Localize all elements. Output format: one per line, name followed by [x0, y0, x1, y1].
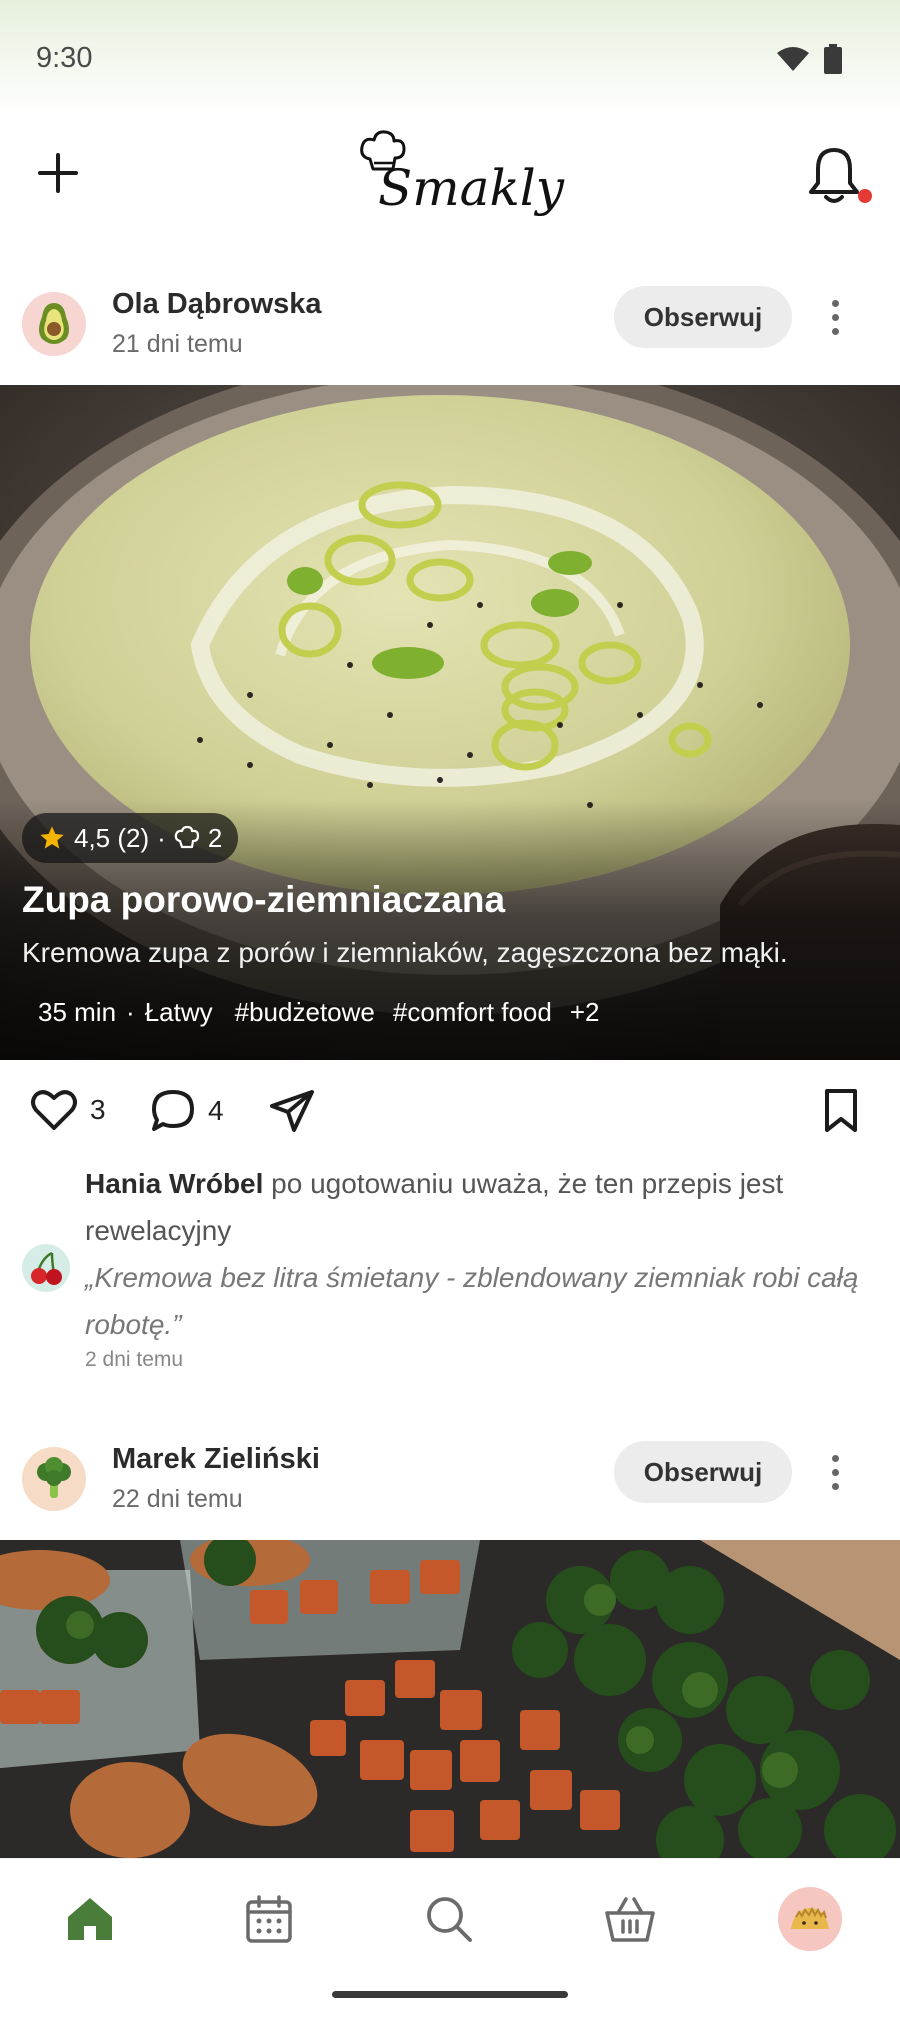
top-app-bar: Smakly	[0, 115, 900, 250]
recipe-meta: 35 min · Łatwy #budżetowe #comfort food …	[38, 997, 600, 1028]
logo-text: Smakly	[378, 159, 565, 217]
comment-button[interactable]: 4	[150, 1088, 224, 1134]
more-options-button[interactable]	[820, 292, 850, 342]
basket-icon	[605, 1897, 655, 1942]
comment-count: 4	[208, 1095, 224, 1126]
meta-separator: ·	[126, 997, 135, 1027]
profile-avatar	[778, 1887, 842, 1951]
recipe-tag[interactable]: #budżetowe	[235, 997, 375, 1028]
like-button[interactable]: 3	[30, 1088, 106, 1132]
rating-value: 4,5 (2)	[74, 822, 150, 853]
more-options-button[interactable]	[820, 1447, 850, 1497]
notification-badge	[858, 189, 872, 203]
review-quote: „Kremowa bez litra śmietany - zblendowan…	[85, 1262, 859, 1340]
recipe-photo[interactable]: 4,5 (2) · 2 Zupa porowo-ziemniaczana Kre…	[0, 385, 900, 1060]
share-button[interactable]	[268, 1088, 316, 1134]
avocado-icon	[39, 303, 69, 344]
recipe-description: Kremowa zupa z porów i ziemniaków, zagęs…	[22, 937, 788, 968]
more-dot	[831, 313, 839, 321]
nav-home[interactable]	[50, 1879, 130, 1959]
review-time: 2 dni temu	[85, 1348, 184, 1371]
nav-planner[interactable]	[229, 1879, 309, 1959]
star-icon	[40, 826, 64, 849]
post-time: 22 dni temu	[112, 1485, 243, 1513]
notifications-button[interactable]	[806, 145, 872, 211]
status-time: 9:30	[36, 42, 93, 74]
recipe-title[interactable]: Zupa porowo-ziemniaczana	[22, 879, 505, 921]
bookmark-icon	[825, 1089, 857, 1132]
recipe-photo[interactable]	[0, 1540, 900, 1858]
rating-separator: ·	[157, 822, 166, 853]
more-dot	[831, 327, 839, 335]
more-dot	[831, 1468, 839, 1476]
review-text: Hania Wróbel po ugotowaniu uważa, że ten…	[85, 1160, 875, 1254]
add-recipe-button[interactable]	[28, 143, 88, 203]
reviewer-avatar[interactable]	[22, 1244, 70, 1292]
more-dots-icon	[831, 1454, 839, 1462]
cherries-icon	[31, 1251, 62, 1285]
wifi-icon	[777, 47, 809, 71]
broccoli-icon	[37, 1457, 71, 1498]
chef-hat-small-icon	[174, 826, 199, 849]
heart-icon	[31, 1090, 77, 1130]
bell-icon	[809, 148, 859, 203]
recipe-difficulty: Łatwy	[144, 997, 213, 1027]
more-dots-icon	[831, 299, 839, 307]
status-bar: 9:30	[0, 0, 900, 115]
post-actions: 3 4	[0, 1060, 900, 1160]
author-avatar[interactable]	[22, 1447, 86, 1511]
recipe-tag[interactable]: #comfort food	[393, 997, 552, 1028]
status-icons	[776, 44, 842, 74]
author-name[interactable]: Marek Zieliński	[112, 1443, 320, 1476]
follow-button[interactable]: Obserwuj	[614, 1441, 792, 1503]
like-count: 3	[90, 1094, 106, 1125]
home-icon	[68, 1898, 112, 1940]
post-time: 21 dni temu	[112, 330, 243, 358]
recipe-duration: 35 min	[38, 997, 117, 1027]
app-logo: Smakly	[350, 125, 564, 235]
calendar-icon	[246, 1895, 292, 1943]
author-name[interactable]: Ola Dąbrowska	[112, 288, 322, 321]
bookmark-button[interactable]	[822, 1088, 860, 1134]
chicken-sweet-potato-broccoli-photo	[0, 1540, 900, 1858]
nav-shopping[interactable]	[590, 1879, 670, 1959]
rating-badge: 4,5 (2) · 2	[22, 813, 239, 863]
author-avatar[interactable]	[22, 292, 86, 356]
cooked-count: 2	[207, 822, 223, 853]
more-dot	[831, 1482, 839, 1490]
comment-icon	[152, 1090, 194, 1131]
plus-icon	[38, 153, 78, 193]
bottom-navigation	[0, 1858, 900, 2020]
send-icon	[270, 1090, 314, 1132]
home-indicator	[332, 1991, 568, 1998]
cook-review: Hania Wróbel po ugotowaniu uważa, że ten…	[0, 1160, 900, 1390]
dumpling-icon	[791, 1906, 829, 1929]
follow-button[interactable]: Obserwuj	[614, 286, 792, 348]
more-tags[interactable]: +2	[570, 997, 600, 1028]
reviewer-name[interactable]: Hania Wróbel	[85, 1168, 263, 1199]
search-icon	[427, 1897, 472, 1942]
battery-icon	[824, 44, 842, 74]
nav-search[interactable]	[409, 1879, 489, 1959]
nav-profile[interactable]	[770, 1879, 850, 1959]
